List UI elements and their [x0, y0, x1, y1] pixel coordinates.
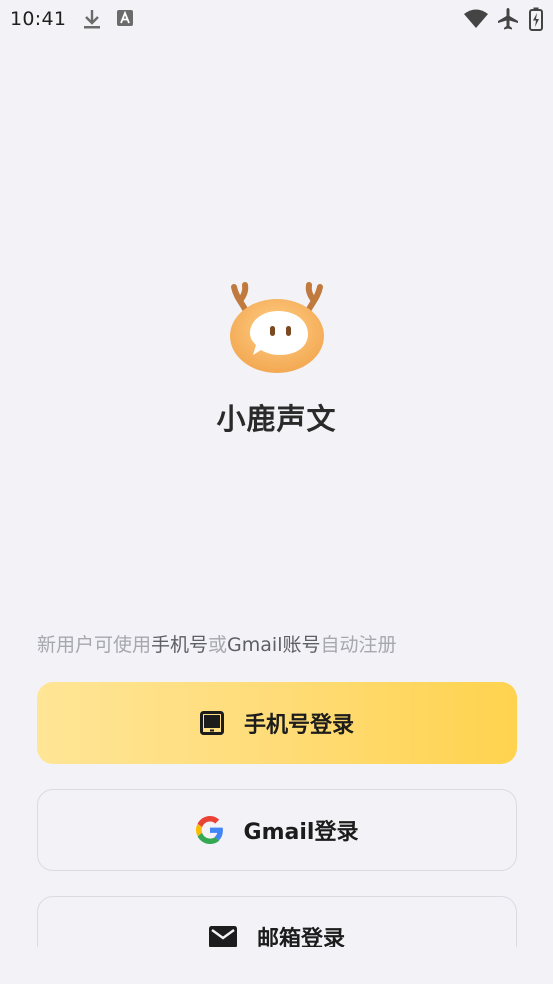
app-name: 小鹿声文: [216, 402, 337, 436]
phone-login-button[interactable]: 手机号登录: [37, 682, 517, 764]
phone-login-label: 手机号登录: [243, 713, 354, 738]
bottom-fade: [0, 947, 553, 984]
google-icon: [195, 816, 224, 844]
status-bar: 10:41: [0, 0, 553, 38]
register-hint: 新用户可使用手机号或Gmail账号自动注册: [37, 630, 397, 657]
gmail-login-button[interactable]: Gmail登录: [37, 789, 517, 871]
a-badge-icon: [116, 9, 134, 31]
status-time: 10:41: [10, 8, 67, 30]
airplane-icon: [496, 7, 520, 35]
hint-gmail: Gmail账号: [227, 634, 321, 656]
mail-icon: [208, 926, 237, 948]
app-logo: [226, 281, 328, 375]
hint-text: 新用户可使用: [37, 634, 152, 656]
phone-icon: [199, 711, 224, 735]
download-icon: [82, 8, 102, 34]
wifi-icon: [463, 9, 489, 33]
hint-text: 或: [208, 634, 228, 656]
battery-charging-icon: [529, 7, 543, 35]
hint-text: 自动注册: [320, 634, 397, 656]
hint-phone: 手机号: [151, 634, 209, 656]
gmail-login-label: Gmail登录: [243, 820, 359, 845]
